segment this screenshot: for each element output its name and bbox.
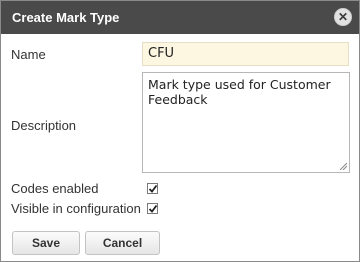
codes-enabled-checkbox[interactable]	[147, 183, 158, 194]
codes-enabled-label: Codes enabled	[11, 181, 99, 196]
visible-in-configuration-label: Visible in configuration	[11, 201, 141, 216]
checkmark-icon	[148, 184, 158, 193]
description-label: Description	[11, 118, 77, 133]
description-text: Mark type used for Customer Feedback	[148, 77, 331, 107]
close-icon: ✕	[337, 10, 349, 24]
create-mark-type-dialog: Create Mark Type ✕ Name CFU Description …	[0, 0, 360, 262]
checkmark-icon	[148, 204, 158, 213]
name-input[interactable]: CFU	[142, 42, 349, 66]
description-textarea[interactable]: Mark type used for Customer Feedback	[142, 72, 350, 173]
name-label: Name	[11, 47, 46, 62]
dialog-title: Create Mark Type	[12, 10, 120, 25]
save-button[interactable]: Save	[12, 231, 80, 255]
dialog-titlebar: Create Mark Type ✕	[1, 1, 359, 34]
close-button[interactable]: ✕	[334, 8, 352, 26]
visible-in-configuration-checkbox[interactable]	[147, 203, 158, 214]
resize-grip-icon[interactable]	[339, 162, 347, 170]
cancel-button[interactable]: Cancel	[85, 231, 160, 255]
